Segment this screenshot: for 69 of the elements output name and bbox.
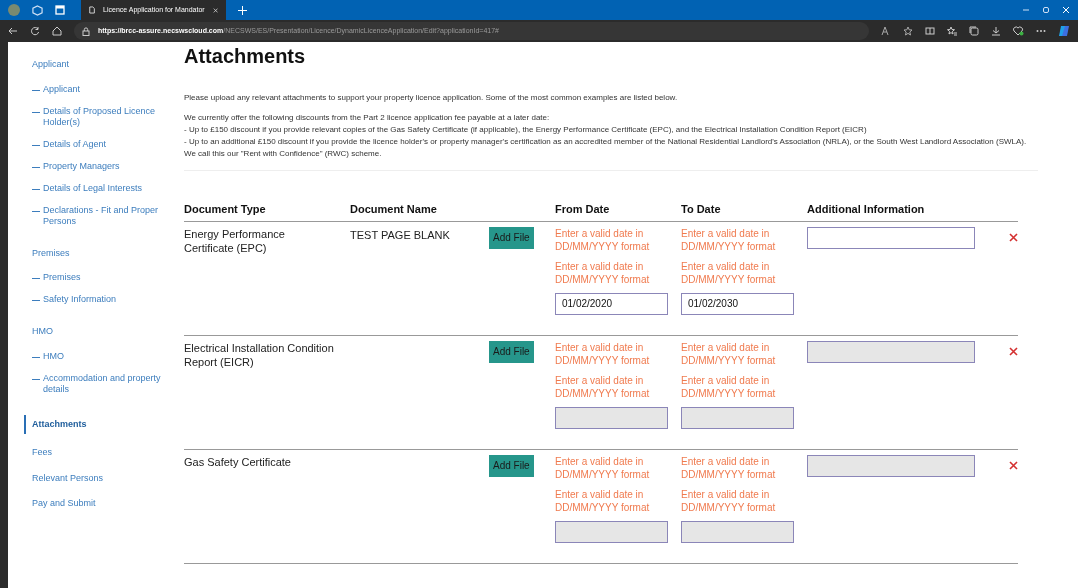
error-message: Enter a valid date in DD/MM/YYYY format: [681, 373, 777, 400]
discount-text: - Up to an additional £150 discount if you provide the licence holder's or property manager's certification as an accredited member of the National Residential Landlord's Association (NRLA), or the South West Landlord Association (SWLA). We call this our "Rent with Confidence" (RWC) scheme.: [184, 136, 1028, 160]
discount-text: - Up to £150 discount if you provide relevant copies of the Gas Safety Certificate (if applicable), the Energy Performance Certificate (EPC), and the Electrical Installation Condition Report (EICR): [184, 124, 868, 136]
refresh-icon[interactable]: [30, 26, 40, 36]
delete-icon[interactable]: [1009, 460, 1018, 470]
date-input[interactable]: 01/02/2020: [555, 292, 668, 315]
error-message: Enter a valid date in DD/MM/YYYY format: [681, 259, 777, 286]
additional-info-input[interactable]: [807, 226, 975, 249]
collections-icon[interactable]: [969, 26, 979, 36]
nav-link[interactable]: Details of Legal Interests: [43, 182, 143, 194]
error-message: Enter a valid date in DD/MM/YYYY format: [555, 487, 651, 514]
date-input[interactable]: 01/02/2030: [681, 292, 794, 315]
document-name-text: TEST PAGE BLANK: [350, 227, 451, 243]
nav-link[interactable]: Safety Information: [43, 294, 117, 305]
column-header: Additional Information: [807, 202, 926, 217]
nav-section-link[interactable]: Attachments: [24, 414, 168, 434]
document-type-text: Gas Safety Certificate: [184, 454, 292, 469]
delete-icon[interactable]: [1009, 232, 1018, 242]
nav-section-link[interactable]: HMO: [32, 325, 168, 339]
nav-link[interactable]: Accommodation and property details: [43, 372, 168, 395]
heart-icon[interactable]: [1013, 26, 1024, 36]
cube-icon[interactable]: [32, 4, 43, 16]
discount-text: We currently offer the following discounts from the Part 2 licence application fee payable at a later date:: [184, 112, 551, 124]
split-screen-icon[interactable]: [925, 26, 935, 36]
nav-section-link[interactable]: Relevant Persons: [32, 471, 168, 485]
page-title: Attachments: [184, 44, 307, 68]
nav-link[interactable]: HMO: [43, 350, 64, 362]
nav-section-link[interactable]: Pay and Submit: [32, 497, 168, 511]
error-message: Enter a valid date in DD/MM/YYYY format: [681, 340, 777, 367]
error-message: Enter a valid date in DD/MM/YYYY format: [681, 487, 777, 514]
document-type-text: Electrical Installation Condition Report (EICR): [184, 340, 335, 369]
nav-section-link[interactable]: Fees: [32, 446, 168, 460]
error-message: Enter a valid date in DD/MM/YYYY format: [555, 259, 651, 286]
download-icon[interactable]: [991, 26, 1001, 36]
error-message: Enter a valid date in DD/MM/YYYY format: [681, 226, 777, 253]
error-message: Enter a valid date in DD/MM/YYYY format: [555, 373, 651, 400]
tab-actions-icon[interactable]: [55, 5, 65, 15]
column-header: To Date: [681, 202, 722, 217]
lock-icon: [82, 26, 90, 36]
error-message: Enter a valid date in DD/MM/YYYY format: [681, 454, 777, 481]
home-icon[interactable]: [52, 26, 62, 36]
column-header: Document Name: [350, 202, 438, 217]
column-header: From Date: [555, 202, 611, 217]
back-icon[interactable]: [8, 26, 18, 36]
column-header: Document Type: [184, 202, 267, 217]
nav-link[interactable]: Details of Proposed Licence Holder(s): [43, 105, 168, 128]
nav-section-link[interactable]: Premises: [32, 246, 168, 260]
favorites-icon[interactable]: [947, 26, 957, 36]
error-message: Enter a valid date in DD/MM/YYYY format: [555, 454, 651, 481]
page-icon: [89, 5, 96, 15]
nav-link[interactable]: Applicant: [43, 83, 81, 95]
read-aloud-icon[interactable]: [881, 26, 891, 36]
copilot-icon[interactable]: [1058, 25, 1070, 37]
restore-icon[interactable]: [1042, 6, 1050, 14]
intro-text: Please upload any relevant attachments to support your property licence application. Some of the most common examples are listed below.: [184, 92, 679, 104]
close-icon[interactable]: [212, 6, 218, 14]
document-type-text: Energy Performance Certificate (EPC): [184, 226, 286, 255]
delete-icon[interactable]: [1009, 346, 1018, 356]
nav-link[interactable]: Property Managers: [43, 160, 120, 172]
error-message: Enter a valid date in DD/MM/YYYY format: [555, 226, 651, 253]
add-file-button[interactable]: Add File: [489, 226, 534, 249]
nav-link[interactable]: Premises: [43, 272, 81, 283]
nav-link[interactable]: Details of Agent: [43, 138, 107, 150]
more-icon[interactable]: [1036, 29, 1046, 33]
error-message: Enter a valid date in DD/MM/YYYY format: [555, 340, 651, 367]
nav-link[interactable]: Declarations - Fit and Proper Persons: [43, 204, 168, 227]
new-tab-icon[interactable]: [238, 5, 247, 15]
nav-section-link[interactable]: Applicant: [32, 58, 168, 72]
star-icon[interactable]: [903, 26, 913, 36]
